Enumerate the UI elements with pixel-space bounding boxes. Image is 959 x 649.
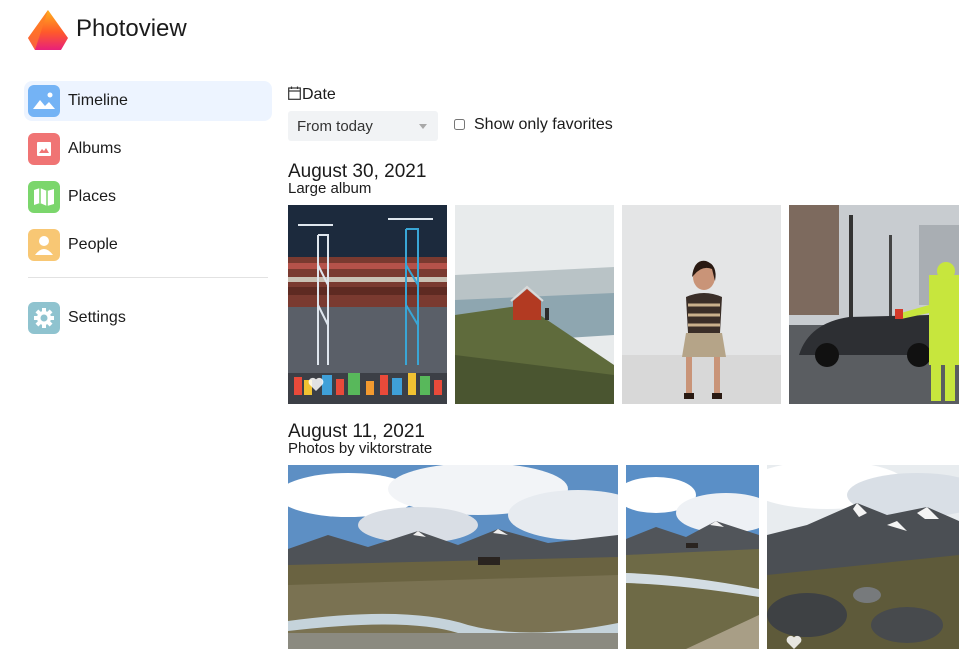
people-icon [28, 229, 60, 261]
date-label-text: Date [302, 86, 336, 103]
photo-rocky-mountain[interactable] [767, 465, 959, 649]
photoview-logo-icon [28, 10, 68, 50]
calendar-icon [288, 86, 301, 100]
sidebar: Timeline Albums Places People Settings [24, 81, 272, 346]
albums-icon [28, 133, 60, 165]
header: Photoview [0, 0, 959, 62]
sidebar-item-settings[interactable]: Settings [24, 298, 272, 338]
sidebar-item-label: Settings [68, 309, 126, 326]
heart-icon[interactable] [308, 377, 324, 391]
date-filter-label: Date [288, 85, 336, 105]
photo-mountain-valley[interactable] [288, 465, 618, 649]
group-album-link[interactable]: Photos by viktorstrate [288, 440, 432, 458]
photo-shipping-containers[interactable] [288, 205, 447, 404]
photo-mountain-stream[interactable] [626, 465, 759, 649]
photo-traffic-worker[interactable] [789, 205, 959, 404]
date-filter-value: From today [297, 118, 373, 135]
gear-icon [28, 302, 60, 334]
sidebar-item-people[interactable]: People [24, 225, 272, 265]
places-icon [28, 181, 60, 213]
timeline-icon [28, 85, 60, 117]
favorites-checkbox[interactable] [454, 119, 465, 130]
sidebar-item-timeline[interactable]: Timeline [24, 81, 272, 121]
chevron-down-icon [419, 124, 427, 129]
sidebar-item-label: People [68, 236, 118, 253]
timeline-main: Date From today Show only favorites Augu… [288, 81, 959, 649]
app-title: Photoview [76, 15, 187, 42]
sidebar-item-places[interactable]: Places [24, 177, 272, 217]
sidebar-item-label: Albums [68, 140, 122, 157]
photo-red-hut-on-hill[interactable] [455, 205, 614, 404]
sidebar-item-albums[interactable]: Albums [24, 129, 272, 169]
sidebar-item-label: Timeline [68, 92, 128, 109]
favorites-label[interactable]: Show only favorites [474, 116, 613, 134]
sidebar-divider [28, 277, 268, 278]
date-filter-select[interactable]: From today [288, 111, 438, 141]
sidebar-item-label: Places [68, 188, 117, 205]
group-album-link[interactable]: Large album [288, 180, 371, 198]
photo-woman-sitting[interactable] [622, 205, 781, 404]
heart-icon[interactable] [786, 635, 802, 649]
